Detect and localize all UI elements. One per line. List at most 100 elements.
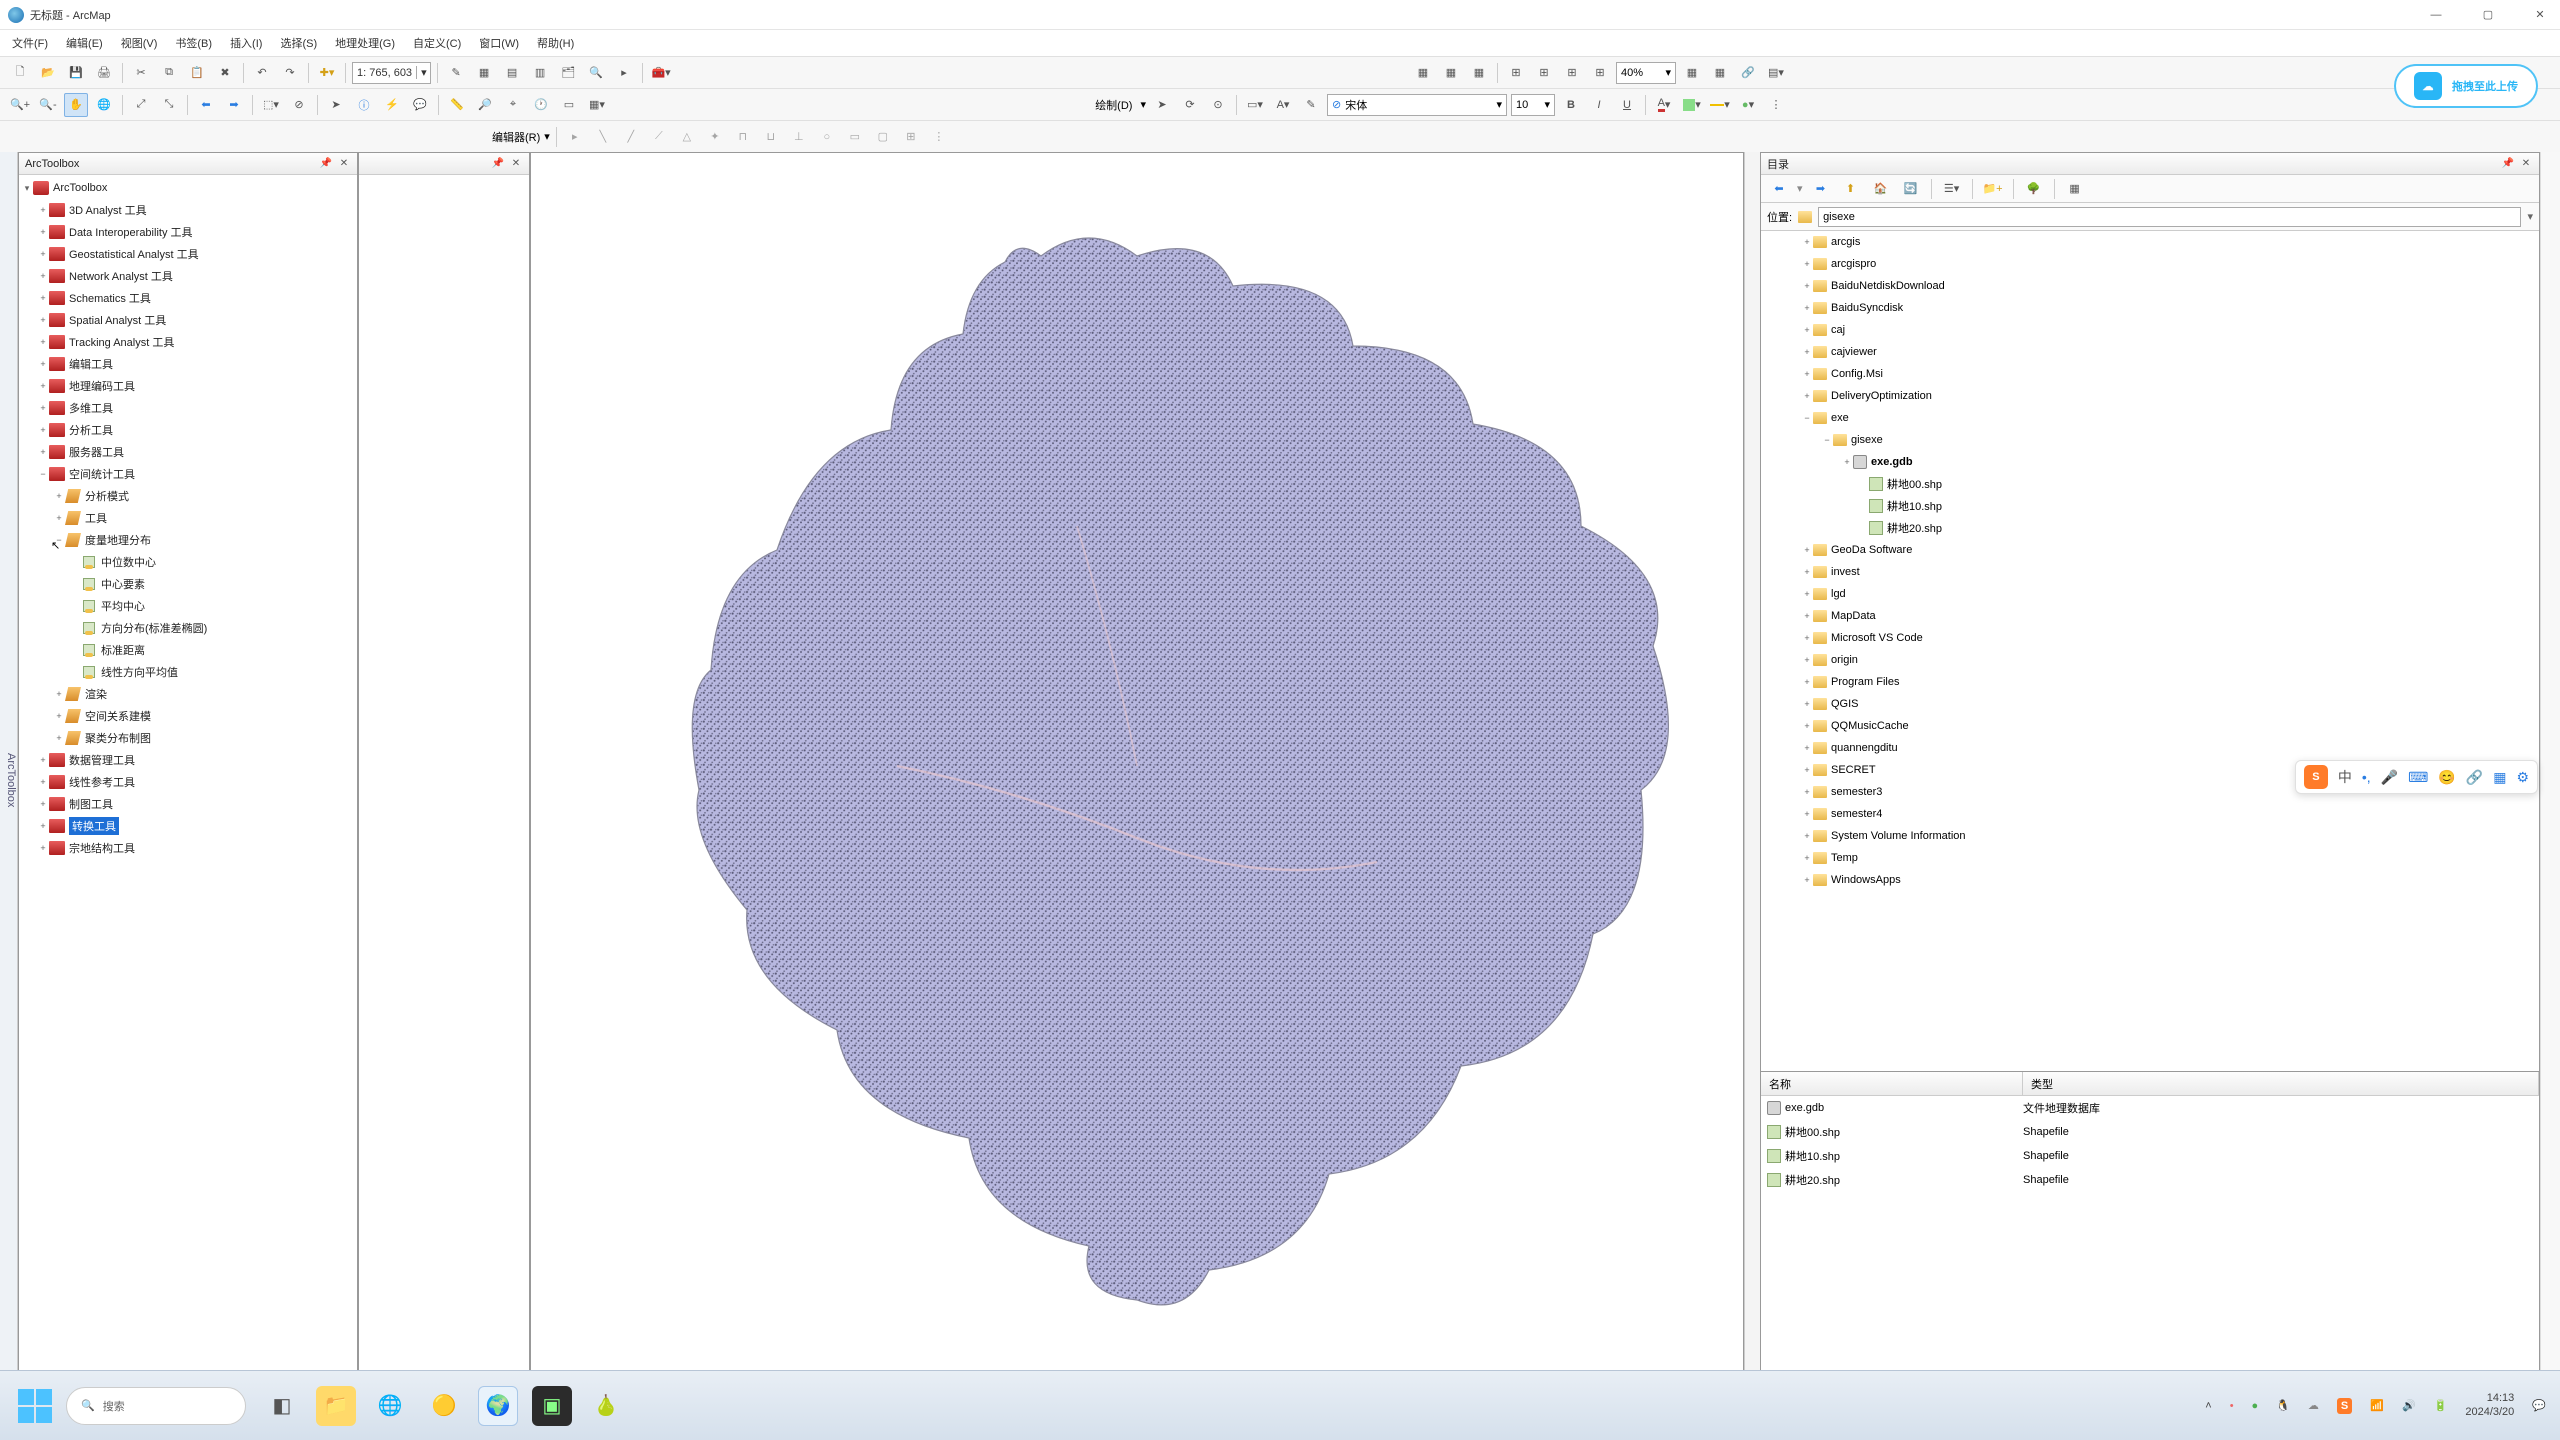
- search-button[interactable]: 🔍: [584, 61, 608, 85]
- draw-more[interactable]: ⋮: [1764, 93, 1788, 117]
- edit-tool-14[interactable]: ⋮: [927, 125, 951, 149]
- col-name[interactable]: 名称: [1761, 1072, 2023, 1095]
- tool-extra-button[interactable]: ▦▾: [585, 93, 609, 117]
- cut-button[interactable]: ✂: [129, 61, 153, 85]
- catalog-folder[interactable]: +cajviewer: [1761, 341, 2539, 363]
- toolbox-item[interactable]: +Network Analyst 工具: [37, 265, 355, 287]
- tray-green-icon[interactable]: ●: [2252, 1400, 2259, 1412]
- font-selector[interactable]: ⊘ 宋体 ▾: [1327, 94, 1507, 116]
- toolbox-item[interactable]: +地理编码工具: [37, 375, 355, 397]
- toolbox-item[interactable]: +3D Analyst 工具: [37, 199, 355, 221]
- close-icon[interactable]: ✕: [509, 157, 523, 171]
- tray-onedrive-icon[interactable]: ☁: [2308, 1399, 2319, 1412]
- geoprocessing-tool[interactable]: 标准距离: [69, 639, 355, 661]
- task-view-icon[interactable]: ◧: [262, 1386, 302, 1426]
- folder-exe[interactable]: − exe: [1761, 407, 2539, 429]
- toolbox-cat-measure-dist[interactable]: − 度量地理分布 ↖: [53, 529, 355, 551]
- chevron-down-icon[interactable]: ▾: [1140, 98, 1146, 111]
- catalog-folder[interactable]: +QGIS: [1761, 693, 2539, 715]
- app2-task-icon[interactable]: 🍐: [586, 1386, 626, 1426]
- toolbox-cat-analysis-mode[interactable]: + 分析模式: [53, 485, 355, 507]
- layout-tool-1[interactable]: ▦: [1411, 61, 1435, 85]
- layout-tool-4[interactable]: ⊞: [1504, 61, 1528, 85]
- chrome-icon[interactable]: 🟡: [424, 1386, 464, 1426]
- catalog-file-row[interactable]: 耕地10.shpShapefile: [1761, 1144, 2539, 1168]
- toolbox-item[interactable]: +Spatial Analyst 工具: [37, 309, 355, 331]
- location-input[interactable]: [1818, 207, 2521, 227]
- zoom-in-button[interactable]: 🔍+: [8, 93, 32, 117]
- layout-tool-10[interactable]: 🔗: [1736, 61, 1760, 85]
- goto-xy-button[interactable]: ⌖: [501, 93, 525, 117]
- catalog-folder[interactable]: +System Volume Information: [1761, 825, 2539, 847]
- chevron-down-icon[interactable]: ▾: [1496, 98, 1502, 111]
- catalog-folder[interactable]: +lgd: [1761, 583, 2539, 605]
- toolset-item[interactable]: +渲染: [53, 683, 355, 705]
- catalog-folder[interactable]: +quannengditu: [1761, 737, 2539, 759]
- prev-extent-button[interactable]: ⬅: [194, 93, 218, 117]
- catalog-folder[interactable]: +Microsoft VS Code: [1761, 627, 2539, 649]
- catalog-file-row[interactable]: exe.gdb文件地理数据库: [1761, 1096, 2539, 1120]
- ime-face-icon[interactable]: 😊: [2438, 769, 2455, 786]
- undo-button[interactable]: ↶: [250, 61, 274, 85]
- maximize-button[interactable]: ▢: [2476, 3, 2500, 27]
- edit-tool-6[interactable]: ✦: [703, 125, 727, 149]
- draw-rotate[interactable]: ⟳: [1178, 93, 1202, 117]
- scale-selector[interactable]: 1: 765, 603 ▾: [352, 62, 431, 84]
- catalog-folder[interactable]: +arcgis: [1761, 231, 2539, 253]
- catalog-folder[interactable]: +Temp: [1761, 847, 2539, 869]
- ime-keyboard-icon[interactable]: ⌨: [2408, 769, 2428, 786]
- font-color-button[interactable]: A▾: [1652, 93, 1676, 117]
- line-color-button[interactable]: ▾: [1708, 93, 1732, 117]
- toolbox-item-conversion[interactable]: + 转换工具: [37, 815, 355, 837]
- menu-customize[interactable]: 自定义(C): [413, 35, 461, 51]
- toolbox-item[interactable]: +Schematics 工具: [37, 287, 355, 309]
- tool-button-2[interactable]: ▤: [500, 61, 524, 85]
- list-view-button[interactable]: ☰▾: [1940, 177, 1964, 201]
- menu-view[interactable]: 视图(V): [121, 35, 158, 51]
- ime-link-icon[interactable]: 🔗: [2466, 769, 2483, 786]
- catalog-folder[interactable]: +semester4: [1761, 803, 2539, 825]
- pan-button[interactable]: ✋: [64, 93, 88, 117]
- toolbox-item[interactable]: +Geostatistical Analyst 工具: [37, 243, 355, 265]
- folder-gisexe[interactable]: − gisexe: [1761, 429, 2539, 451]
- menu-bookmarks[interactable]: 书签(B): [175, 35, 212, 51]
- draw-edit[interactable]: ✎: [1299, 93, 1323, 117]
- ime-toolbar[interactable]: S 中 •, 🎤 ⌨ 😊 🔗 ▦ ⚙: [2295, 760, 2538, 794]
- minimize-button[interactable]: —: [2424, 3, 2448, 27]
- catalog-folder[interactable]: +Program Files: [1761, 671, 2539, 693]
- forward-button[interactable]: ➡: [1809, 177, 1833, 201]
- edit-tool-12[interactable]: ▢: [871, 125, 895, 149]
- toolbox-item[interactable]: +数据管理工具: [37, 749, 355, 771]
- toolbox-item[interactable]: +制图工具: [37, 793, 355, 815]
- html-popup-button[interactable]: 💬: [408, 93, 432, 117]
- clear-selection-button[interactable]: ⊘: [287, 93, 311, 117]
- add-data-button[interactable]: ✚▾: [315, 61, 339, 85]
- tray-clock[interactable]: 14:13 2024/3/20: [2465, 1392, 2514, 1418]
- tray-sogou-icon[interactable]: S: [2337, 1398, 2352, 1414]
- refresh-button[interactable]: 🔄: [1899, 177, 1923, 201]
- paste-button[interactable]: 📋: [185, 61, 209, 85]
- toolbox-item[interactable]: +编辑工具: [37, 353, 355, 375]
- hyperlink-button[interactable]: ⚡: [380, 93, 404, 117]
- chevron-down-icon[interactable]: ▾: [416, 66, 430, 79]
- catalog-folder[interactable]: +WindowsApps: [1761, 869, 2539, 891]
- python-button[interactable]: ▸: [612, 61, 636, 85]
- copy-button[interactable]: ⧉: [157, 61, 181, 85]
- edit-tool-3[interactable]: ╱: [619, 125, 643, 149]
- tray-battery-icon[interactable]: 🔋: [2434, 1399, 2448, 1412]
- catalog-file-row[interactable]: 耕地20.shpShapefile: [1761, 1168, 2539, 1192]
- menu-geoprocess[interactable]: 地理处理(G): [335, 35, 395, 51]
- file-explorer-icon[interactable]: 📁: [316, 1386, 356, 1426]
- menu-edit[interactable]: 编辑(E): [66, 35, 103, 51]
- chevron-down-icon[interactable]: ▾: [1544, 98, 1550, 111]
- catalog-folder[interactable]: +caj: [1761, 319, 2539, 341]
- draw-text[interactable]: A▾: [1271, 93, 1295, 117]
- layout-zoom[interactable]: 40%▾: [1616, 62, 1676, 84]
- layout-tool-2[interactable]: ▦: [1439, 61, 1463, 85]
- full-extent-button[interactable]: 🌐: [92, 93, 116, 117]
- back-button[interactable]: ⬅: [1767, 177, 1791, 201]
- catalog-folder[interactable]: +BaiduSyncdisk: [1761, 297, 2539, 319]
- viewer-window-button[interactable]: ▭: [557, 93, 581, 117]
- app-task-icon[interactable]: ▣: [532, 1386, 572, 1426]
- tool-button-3[interactable]: ▥: [528, 61, 552, 85]
